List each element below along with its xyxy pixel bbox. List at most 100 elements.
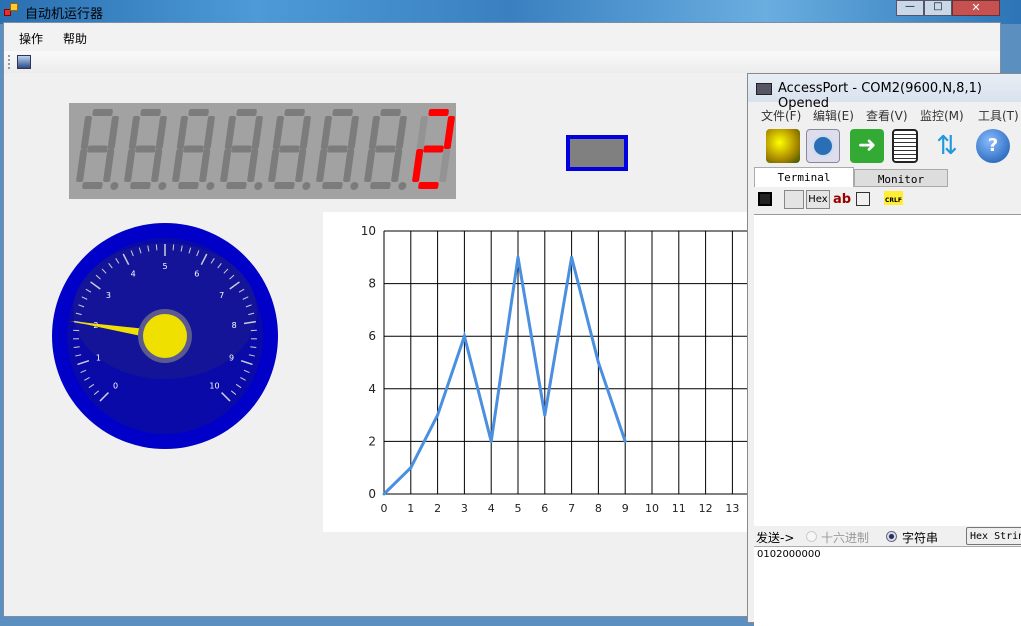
data-point xyxy=(624,440,627,443)
refresh-icon[interactable]: ⇅ xyxy=(930,129,964,163)
decimal-point xyxy=(398,182,407,190)
segment-b xyxy=(204,116,216,149)
crlf-button[interactable]: CRLF xyxy=(884,191,903,205)
segment-b xyxy=(156,116,168,149)
segment-b xyxy=(252,116,264,149)
digit-4 xyxy=(267,109,321,190)
needle-hub xyxy=(143,314,187,358)
decimal-point xyxy=(350,182,359,190)
segment-d xyxy=(130,182,151,189)
segment-c xyxy=(199,149,211,182)
x-tick-label: 7 xyxy=(568,502,575,515)
segment-e xyxy=(364,149,376,182)
digit-6 xyxy=(363,109,417,190)
help-icon[interactable]: ? xyxy=(976,129,1010,163)
segment-g xyxy=(423,146,444,153)
x-tick-label: 12 xyxy=(699,502,713,515)
decimal-point xyxy=(302,182,311,190)
segment-f xyxy=(369,116,381,149)
segment-d xyxy=(274,182,295,189)
terminal-output[interactable] xyxy=(754,214,1021,526)
power-button[interactable] xyxy=(806,129,840,163)
gauge-label: 1 xyxy=(96,354,101,363)
send-input[interactable]: 0102000000 xyxy=(754,546,1021,626)
settings-gears-icon[interactable] xyxy=(766,129,800,163)
segment-c xyxy=(247,149,259,182)
close-button[interactable]: ✕ xyxy=(952,0,1000,16)
segment-f xyxy=(417,116,429,149)
x-tick-label: 2 xyxy=(434,502,441,515)
gauge-label: 7 xyxy=(219,291,224,300)
segment-a xyxy=(332,109,353,116)
clear-icon[interactable] xyxy=(856,192,870,206)
document-icon[interactable] xyxy=(892,129,918,163)
toolbar-grip[interactable] xyxy=(8,55,10,69)
status-indicator xyxy=(566,135,628,171)
segment-b xyxy=(396,116,408,149)
tab-terminal[interactable]: Terminal xyxy=(754,167,854,187)
port-icon xyxy=(756,83,772,95)
x-tick-label: 1 xyxy=(407,502,414,515)
gauge-label: 0 xyxy=(113,381,118,390)
radio-hex-label: 十六进制 xyxy=(821,529,869,546)
accessport-menu: 文件(F) 编辑(E) 查看(V) 监控(M) 工具(T) xyxy=(748,104,1021,124)
segment-a xyxy=(428,109,449,116)
x-tick-label: 10 xyxy=(645,502,659,515)
y-tick-label: 0 xyxy=(368,487,376,501)
segment-c xyxy=(295,149,307,182)
series-line xyxy=(384,257,625,494)
gauge-label: 10 xyxy=(209,381,219,390)
segment-c xyxy=(343,149,355,182)
autoscroll-button[interactable] xyxy=(784,190,804,209)
segment-f xyxy=(129,116,141,149)
gauge-label: 9 xyxy=(229,354,234,363)
segment-e xyxy=(412,149,424,182)
digit-0 xyxy=(75,109,129,190)
desktop-background xyxy=(0,0,1021,24)
ab-button[interactable]: ab xyxy=(833,192,851,207)
menu-operate[interactable]: 操作 xyxy=(19,30,43,47)
x-tick-label: 5 xyxy=(515,502,522,515)
gauge-label: 8 xyxy=(232,321,237,330)
accessport-window: AccessPort - COM2(9600,N,8,1) Opened 文件(… xyxy=(747,73,1021,623)
hex-button[interactable]: Hex xyxy=(806,190,830,209)
x-tick-label: 3 xyxy=(461,502,468,515)
minimize-button[interactable]: — xyxy=(896,0,924,16)
digit-2 xyxy=(171,109,225,190)
data-point xyxy=(490,440,493,443)
gauge: 012345678910 xyxy=(50,221,280,451)
radio-string-label: 字符串 xyxy=(902,529,938,546)
segment-e xyxy=(316,149,328,182)
segment-d xyxy=(370,182,391,189)
menu-monitor[interactable]: 监控(M) xyxy=(920,107,964,124)
send-arrow-icon[interactable]: ➜ xyxy=(850,129,884,163)
menu-file[interactable]: 文件(F) xyxy=(761,107,801,124)
segment-e xyxy=(76,149,88,182)
radio-hex[interactable] xyxy=(806,531,817,542)
segment-a xyxy=(188,109,209,116)
maximize-button[interactable]: □ xyxy=(924,0,952,16)
segment-d xyxy=(322,182,343,189)
data-point xyxy=(436,414,439,417)
menu-help[interactable]: 帮助 xyxy=(63,30,87,47)
line-chart: 0123456789101112130246810 xyxy=(323,212,753,532)
save-icon[interactable] xyxy=(758,192,772,206)
x-tick-label: 6 xyxy=(541,502,548,515)
x-tick-label: 0 xyxy=(381,502,388,515)
menu-edit[interactable]: 编辑(E) xyxy=(813,107,854,124)
image-icon[interactable] xyxy=(17,55,31,69)
menu-view[interactable]: 查看(V) xyxy=(866,107,908,124)
segment-f xyxy=(321,116,333,149)
decimal-point xyxy=(158,182,167,190)
tab-monitor[interactable]: Monitor xyxy=(854,169,948,187)
segment-a xyxy=(236,109,257,116)
send-row: 发送-> 十六进制 字符串 Hex Strin xyxy=(754,526,1021,546)
data-point xyxy=(517,256,520,259)
gauge-tick xyxy=(156,244,157,250)
menu-tools[interactable]: 工具(T) xyxy=(978,107,1019,124)
segment-c xyxy=(439,149,451,182)
y-tick-label: 4 xyxy=(368,382,376,396)
toolbar xyxy=(4,51,1000,73)
hex-string-button[interactable]: Hex Strin xyxy=(966,527,1021,545)
radio-string[interactable] xyxy=(886,531,897,542)
